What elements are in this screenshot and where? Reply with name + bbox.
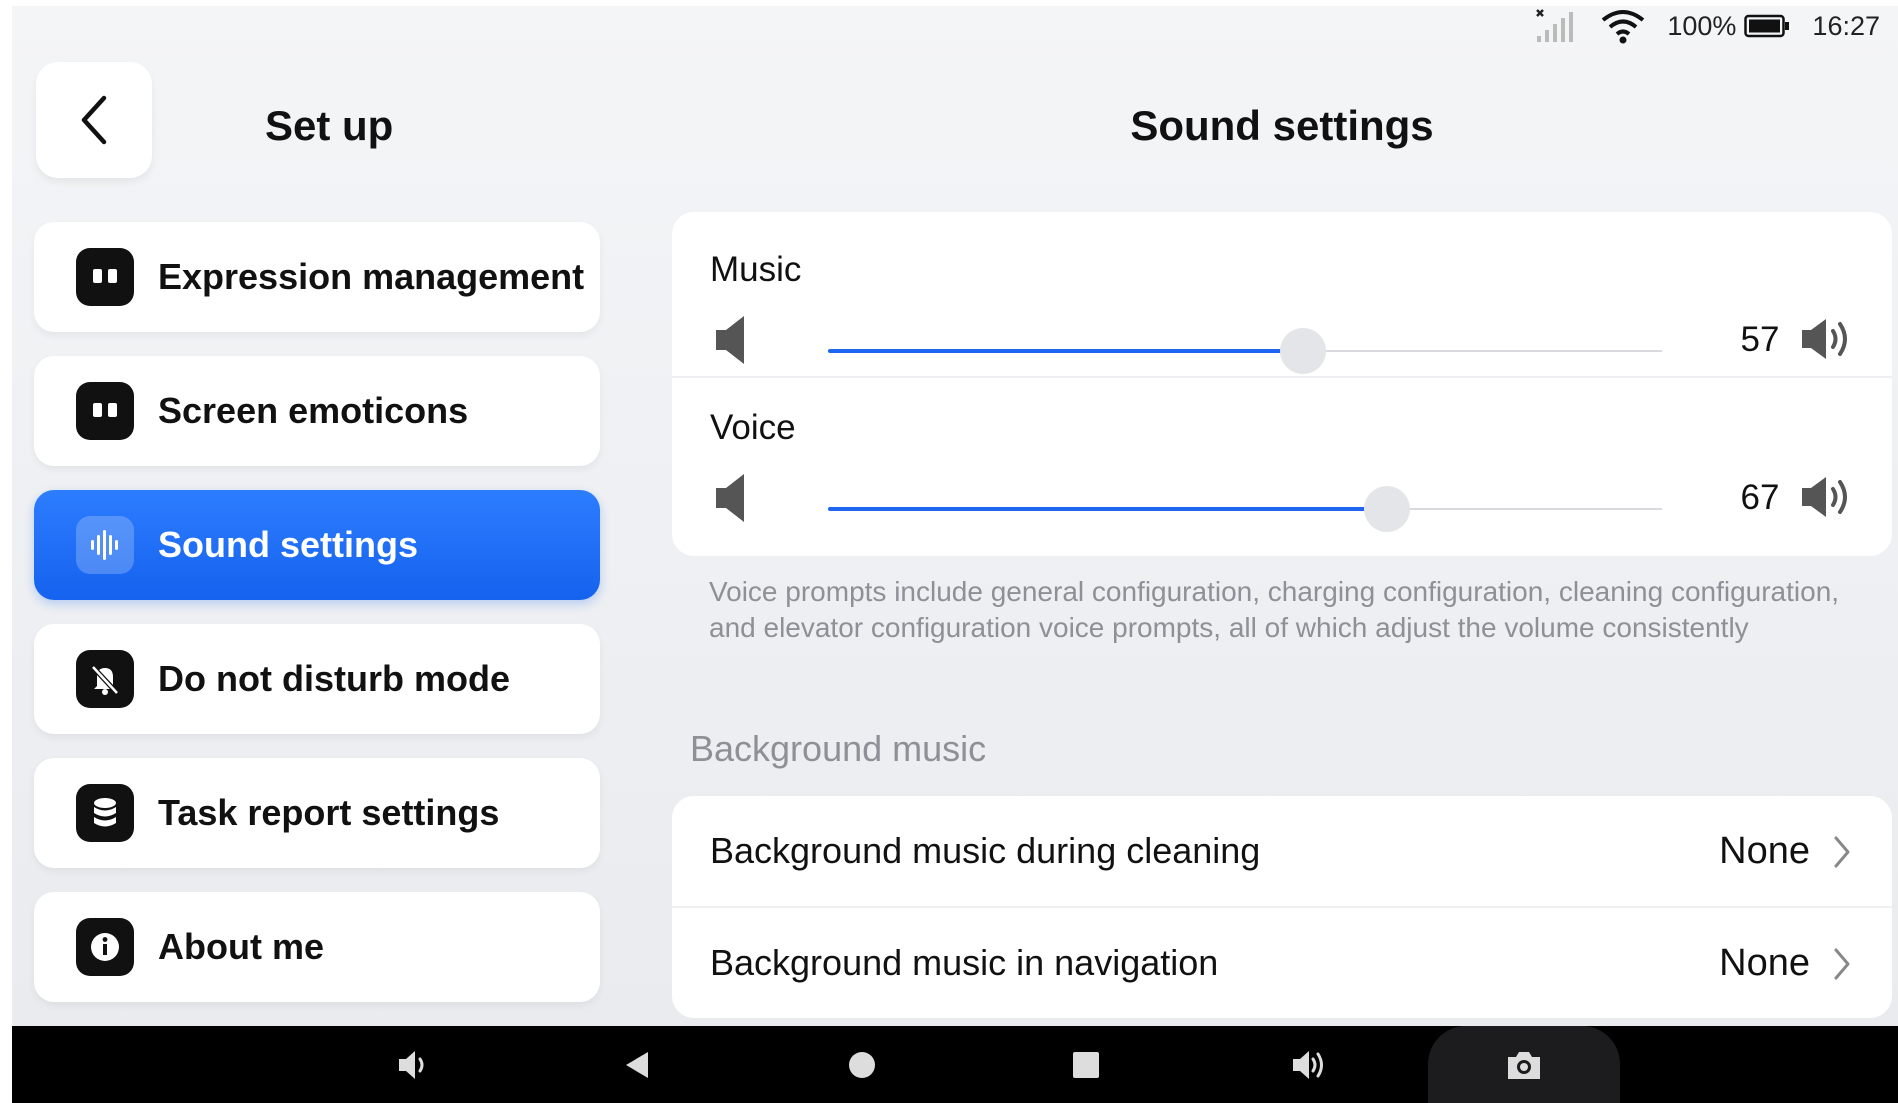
chevron-left-icon [81,95,107,145]
home-nav-button[interactable] [822,1026,902,1103]
face-icon [76,382,134,440]
menu-item-label: Do not disturb mode [158,658,510,699]
screenshot-button[interactable] [1484,1026,1564,1103]
face-icon [76,248,134,306]
bg-music-navigation-row[interactable]: Background music in navigation None [672,908,1892,1018]
menu-item-screen-emoticons[interactable]: Screen emoticons [34,356,600,466]
menu-item-label: About me [158,926,324,967]
battery-percent: 100% [1667,10,1737,41]
background-music-card: Background music during cleaning None Ba… [672,796,1892,1018]
voice-volume-slider[interactable] [828,486,1662,532]
menu-item-about-me[interactable]: About me [34,892,600,1002]
menu-item-sound-settings[interactable]: Sound settings [34,490,600,600]
page-title: Sound settings [1130,102,1434,149]
row-label: Background music during cleaning [710,830,1261,871]
slider-fill [828,507,1387,511]
slider-thumb[interactable] [1363,486,1410,532]
app-screen: 100% 16:27 Set up Expression management … [12,6,1898,1026]
volume-down-icon [399,1050,424,1079]
music-label: Music [710,250,802,289]
music-volume-value: 57 [1740,320,1780,359]
menu-item-label: Task report settings [158,792,500,833]
volume-down-button[interactable] [374,1026,454,1103]
no-signal-icon [1533,8,1579,44]
back-nav-button[interactable] [598,1026,678,1103]
divider [672,376,1892,378]
chevron-right-icon [1832,834,1852,875]
wifi-icon [1601,8,1645,44]
row-value: None [1719,829,1810,872]
bg-music-cleaning-row[interactable]: Background music during cleaning None [672,796,1892,906]
battery-icon [1744,14,1790,38]
back-triangle-icon [626,1051,648,1078]
menu-item-label: Sound settings [158,524,418,565]
settings-title: Set up [265,102,394,149]
row-label: Background music in navigation [710,942,1219,983]
volume-low-icon[interactable] [712,312,756,373]
menu-item-expression-management[interactable]: Expression management [34,222,600,332]
volume-up-icon [1293,1050,1323,1079]
volume-card: Music 57 Voice 67 [672,212,1892,556]
clock: 16:27 [1812,10,1880,41]
status-bar: 100% 16:27 [1533,6,1880,46]
chevron-right-icon [1832,946,1852,987]
menu-item-label: Expression management [158,256,585,297]
slider-fill [828,349,1304,353]
row-value: None [1719,941,1810,984]
voice-volume-row: Voice 67 [672,384,1892,546]
camera-icon [1508,1051,1540,1079]
database-icon [76,784,134,842]
menu-item-do-not-disturb[interactable]: Do not disturb mode [34,624,600,734]
info-icon [76,918,134,976]
sound-wave-icon [76,516,134,574]
background-music-heading: Background music [690,728,987,769]
slider-thumb[interactable] [1280,328,1327,374]
recents-square-icon [1073,1051,1099,1078]
settings-menu: Expression management Screen emoticons S… [34,222,600,1026]
system-navigation-bar [12,1026,1898,1103]
battery-indicator: 100% [1667,11,1790,42]
back-button[interactable] [36,62,152,178]
music-volume-row: Music 57 [672,212,1892,374]
recents-nav-button[interactable] [1046,1026,1126,1103]
menu-item-label: Screen emoticons [158,390,469,431]
bell-off-icon [76,650,134,708]
volume-low-icon[interactable] [712,470,756,531]
menu-item-task-report-settings[interactable]: Task report settings [34,758,600,868]
music-volume-slider[interactable] [828,328,1662,374]
voice-label: Voice [710,408,796,447]
volume-high-icon[interactable] [1800,474,1856,525]
voice-volume-value: 67 [1740,478,1780,517]
voice-hint-text: Voice prompts include general configurat… [709,576,1840,643]
home-circle-icon [849,1051,875,1078]
volume-up-button[interactable] [1270,1026,1350,1103]
volume-high-icon[interactable] [1800,316,1856,367]
